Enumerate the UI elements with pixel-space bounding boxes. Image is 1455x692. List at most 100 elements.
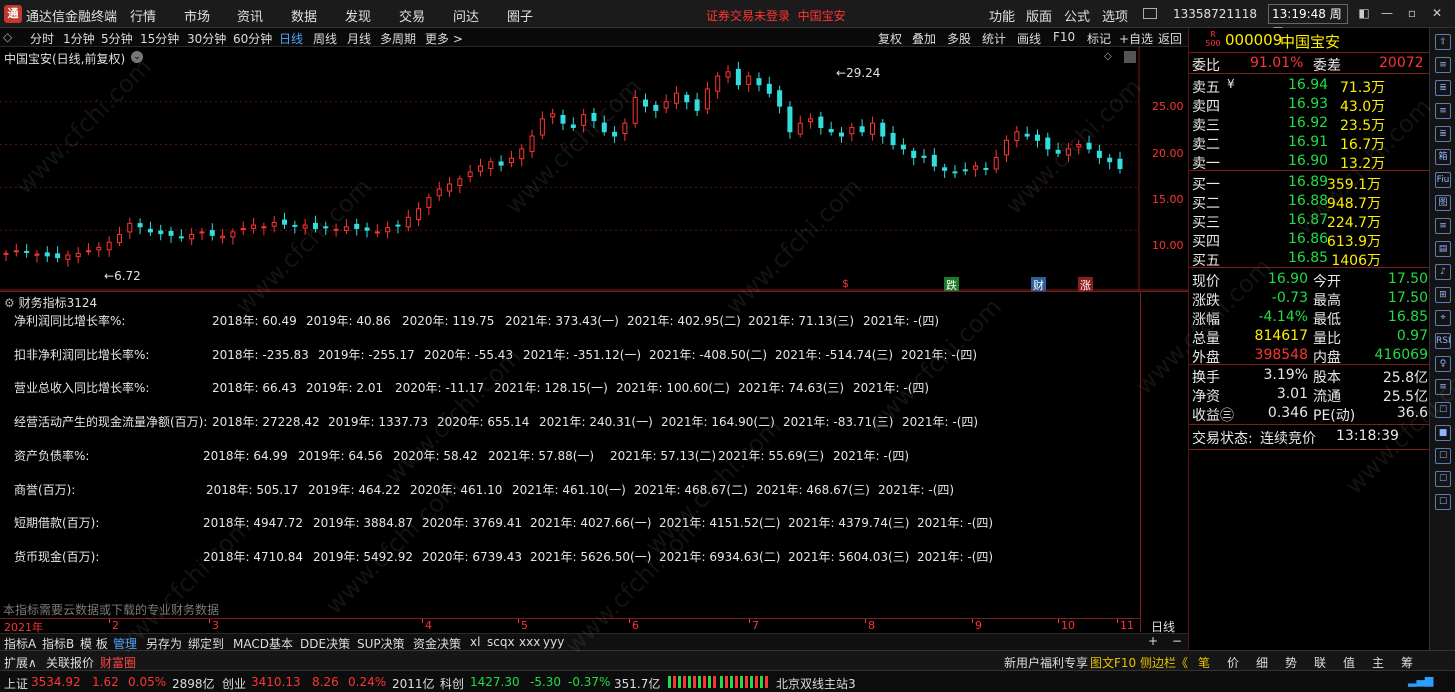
side-tool-icon[interactable]: ≣	[1435, 126, 1451, 142]
zoom-out-button[interactable]: −	[1172, 634, 1182, 648]
bid-row[interactable]: 买五 16.85 1406万	[1192, 249, 1428, 269]
side-tool-icon[interactable]: ♪	[1435, 264, 1451, 280]
menu-faxian[interactable]: 发现	[345, 6, 371, 25]
side-tab[interactable]: 细	[1256, 654, 1268, 671]
period-weekly[interactable]: 周线	[313, 30, 337, 47]
f10-link[interactable]: 图文F10	[1090, 654, 1136, 671]
menu-shuju[interactable]: 数据	[291, 6, 317, 25]
menu-shichang[interactable]: 市场	[184, 6, 210, 25]
minimize-icon[interactable]: —	[1378, 4, 1396, 22]
btn-fuquan[interactable]: 复权	[878, 30, 902, 47]
login-warning-text[interactable]: 证券交易未登录	[706, 9, 790, 23]
sidebar-toggle[interactable]: 侧边栏《	[1140, 654, 1188, 671]
side-tool-icon[interactable]: ⌖	[1435, 310, 1451, 326]
close-icon[interactable]: ✕	[1428, 4, 1446, 22]
side-tab[interactable]: 势	[1285, 654, 1297, 671]
bid-row[interactable]: 买一 16.89 359.1万	[1192, 173, 1428, 193]
candle-body	[962, 169, 968, 172]
menu-xuanxiang[interactable]: 选项	[1102, 6, 1128, 25]
stat-value: 0.97	[1396, 328, 1428, 344]
side-tool-icon[interactable]: ≡	[1435, 57, 1451, 73]
login-warning[interactable]: 证券交易未登录 中国宝安	[706, 7, 846, 24]
menu-quanzi[interactable]: 圈子	[507, 6, 533, 25]
side-tab[interactable]: 值	[1343, 654, 1355, 671]
side-tool-icon[interactable]: ▤	[1435, 241, 1451, 257]
btn-diejia[interactable]: 叠加	[912, 30, 936, 47]
sh-label[interactable]: 上证	[4, 675, 28, 692]
kline-chart[interactable]: 中国宝安(日线,前复权) ⌄ ◇ 25.00 20.00 15.00 10.00…	[0, 47, 1188, 292]
btn-f10[interactable]: F10	[1053, 30, 1075, 44]
menu-jiaoyi[interactable]: 交易	[399, 6, 425, 25]
side-tab[interactable]: 筹	[1401, 654, 1413, 671]
menu-zixun[interactable]: 资讯	[237, 6, 263, 25]
expand-icon[interactable]: ◇	[3, 30, 12, 44]
cy-amount: 2011亿	[392, 677, 435, 691]
indicator-gear-icon[interactable]: ⚙	[4, 296, 15, 310]
side-tool-icon[interactable]: ⊞	[1435, 287, 1451, 303]
side-tool-icon[interactable]: ☐	[1435, 494, 1451, 510]
btn-tongji[interactable]: 统计	[982, 30, 1006, 47]
ask-row[interactable]: 卖五 ¥16.94 71.3万	[1192, 76, 1428, 96]
btn-fanhui[interactable]: 返回	[1158, 30, 1182, 47]
user-phone[interactable]: 13358721118	[1173, 7, 1257, 21]
period-fenshi[interactable]: 分时	[30, 30, 54, 47]
kc-label[interactable]: 科创	[440, 675, 464, 692]
side-tool-icon[interactable]: ☐	[1435, 471, 1451, 487]
indicator-tool-tab[interactable]: xl	[470, 635, 480, 649]
expand-button[interactable]: 扩展∧	[4, 654, 37, 671]
side-tool-icon[interactable]: ☐	[1435, 448, 1451, 464]
period-5min[interactable]: 5分钟	[101, 30, 133, 47]
marker-dividend[interactable]: $	[839, 277, 852, 291]
btn-biaoji[interactable]: 标记	[1087, 30, 1111, 47]
server-status[interactable]: 北京双线主站3	[776, 675, 856, 692]
indicator-tool-tab[interactable]: xxx	[519, 635, 540, 649]
side-tool-icon[interactable]: 图	[1435, 195, 1451, 211]
period-multi[interactable]: 多周期	[380, 30, 416, 47]
side-tool-icon[interactable]: ≡	[1435, 218, 1451, 234]
side-tool-icon[interactable]: ■	[1435, 425, 1451, 441]
period-60min[interactable]: 60分钟	[233, 30, 272, 47]
candle-body	[921, 155, 927, 158]
candle-body	[189, 233, 195, 240]
marker-die[interactable]: 跌	[944, 277, 959, 292]
indicator-tool-tab[interactable]: scqx	[487, 635, 515, 649]
expand-bar: 扩展∧ 关联报价 财富圈 新用户福利专享 图文F10 侧边栏《 笔价细势联值主筹	[0, 650, 1455, 670]
side-tab[interactable]: 联	[1314, 654, 1326, 671]
side-tool-icon[interactable]: ⇧	[1435, 34, 1451, 50]
side-tool-icon[interactable]: ≣	[1435, 80, 1451, 96]
side-tool-icon[interactable]: RSI	[1435, 333, 1451, 349]
period-15min[interactable]: 15分钟	[140, 30, 179, 47]
mail-icon[interactable]	[1143, 8, 1157, 19]
menu-banmian[interactable]: 版面	[1026, 6, 1052, 25]
menu-wenda[interactable]: 问达	[453, 6, 479, 25]
marker-zhang[interactable]: 涨	[1078, 277, 1093, 292]
candle-body	[777, 90, 783, 107]
side-tab[interactable]: 价	[1227, 654, 1239, 671]
menu-gongshi[interactable]: 公式	[1064, 6, 1090, 25]
ask-row[interactable]: 卖四 16.93 43.0万	[1192, 95, 1428, 115]
menu-hangqing[interactable]: 行情	[130, 6, 156, 25]
trade-status-value: 连续竞价	[1260, 431, 1316, 447]
side-tool-icon[interactable]: Fiu	[1435, 172, 1451, 188]
related-quote-tab[interactable]: 关联报价	[46, 654, 94, 671]
skin-icon[interactable]: ◧	[1355, 4, 1373, 22]
zoom-in-button[interactable]: +	[1148, 634, 1158, 648]
btn-duogu[interactable]: 多股	[947, 30, 971, 47]
side-tab[interactable]: 主	[1372, 654, 1384, 671]
maximize-icon[interactable]: ▫	[1403, 4, 1421, 22]
period-30min[interactable]: 30分钟	[187, 30, 226, 47]
cy-label[interactable]: 创业	[222, 675, 246, 692]
period-more[interactable]: 更多 >	[425, 30, 463, 47]
new-user-link[interactable]: 新用户福利专享	[1004, 654, 1088, 671]
side-tab[interactable]: 笔	[1198, 654, 1210, 671]
period-monthly[interactable]: 月线	[347, 30, 371, 47]
btn-huaxian[interactable]: 画线	[1017, 30, 1041, 47]
marker-cai[interactable]: 财	[1031, 277, 1046, 292]
fin-row: 资产负债率%: 2018年: 64.99 2019年: 64.56 2020年: 58…	[0, 447, 1140, 463]
side-tool-icon[interactable]: 箱	[1435, 149, 1451, 165]
btn-zixuan[interactable]: +自选	[1119, 30, 1153, 47]
menu-gongneng[interactable]: 功能	[989, 6, 1015, 25]
period-daily[interactable]: 日线	[279, 30, 303, 47]
side-tool-icon[interactable]: ≡	[1435, 103, 1451, 119]
period-1min[interactable]: 1分钟	[63, 30, 95, 47]
